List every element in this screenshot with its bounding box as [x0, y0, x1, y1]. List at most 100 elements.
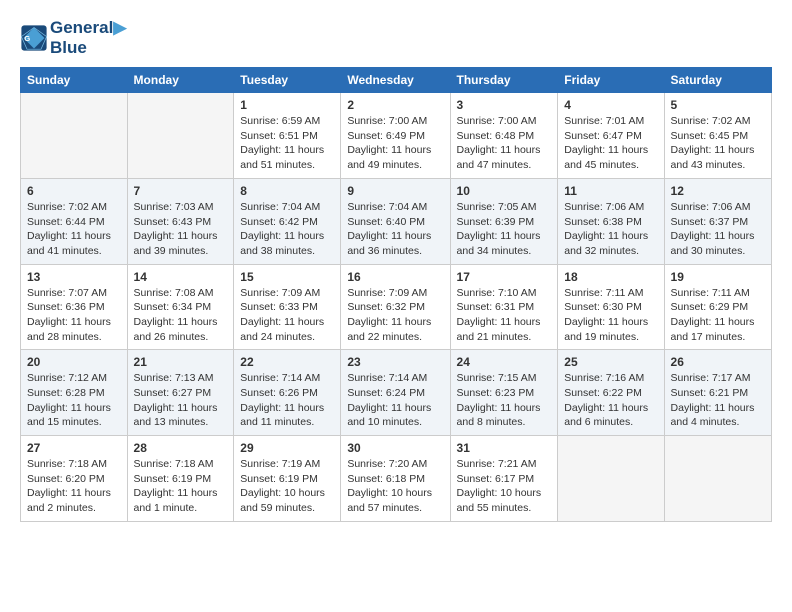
day-info: Sunrise: 7:10 AM Sunset: 6:31 PM Dayligh… [457, 286, 552, 345]
day-info: Sunrise: 7:09 AM Sunset: 6:32 PM Dayligh… [347, 286, 443, 345]
day-number: 3 [457, 98, 552, 112]
day-info: Sunrise: 7:11 AM Sunset: 6:29 PM Dayligh… [671, 286, 765, 345]
day-number: 13 [27, 270, 121, 284]
calendar-cell: 30 Sunrise: 7:20 AM Sunset: 6:18 PM Dayli… [341, 436, 450, 522]
day-info: Sunrise: 7:02 AM Sunset: 6:45 PM Dayligh… [671, 114, 765, 173]
day-number: 18 [564, 270, 657, 284]
day-number: 14 [134, 270, 228, 284]
calendar-cell: 28Sunrise: 7:18 AM Sunset: 6:19 PM Dayli… [127, 436, 234, 522]
day-info: Sunrise: 7:16 AM Sunset: 6:22 PM Dayligh… [564, 371, 657, 430]
day-info: Sunrise: 7:05 AM Sunset: 6:39 PM Dayligh… [457, 200, 552, 259]
calendar-header-row: SundayMondayTuesdayWednesdayThursdayFrid… [21, 68, 772, 93]
calendar-cell: 25 Sunrise: 7:16 AM Sunset: 6:22 PM Dayli… [558, 350, 664, 436]
weekday-header: Sunday [21, 68, 128, 93]
calendar-cell [127, 93, 234, 179]
day-number: 24 [457, 355, 552, 369]
day-info: Sunrise: 6:59 AM Sunset: 6:51 PM Dayligh… [240, 114, 334, 173]
day-info: Sunrise: 7:11 AM Sunset: 6:30 PM Dayligh… [564, 286, 657, 345]
calendar-cell: 1 Sunrise: 6:59 AM Sunset: 6:51 PM Daylig… [234, 93, 341, 179]
page: G General▶ Blue SundayMondayTuesdayWedne… [0, 0, 792, 540]
calendar-cell: 12Sunrise: 7:06 AM Sunset: 6:37 PM Dayli… [664, 178, 771, 264]
day-number: 26 [671, 355, 765, 369]
calendar-cell: 21 Sunrise: 7:13 AM Sunset: 6:27 PM Dayli… [127, 350, 234, 436]
calendar-cell: 23 Sunrise: 7:14 AM Sunset: 6:24 PM Dayli… [341, 350, 450, 436]
day-number: 1 [240, 98, 334, 112]
day-number: 28 [134, 441, 228, 455]
day-info: Sunrise: 7:13 AM Sunset: 6:27 PM Dayligh… [134, 371, 228, 430]
calendar-cell: 16 Sunrise: 7:09 AM Sunset: 6:32 PM Dayli… [341, 264, 450, 350]
day-number: 15 [240, 270, 334, 284]
day-info: Sunrise: 7:17 AM Sunset: 6:21 PM Dayligh… [671, 371, 765, 430]
calendar-cell: 22 Sunrise: 7:14 AM Sunset: 6:26 PM Dayli… [234, 350, 341, 436]
day-number: 21 [134, 355, 228, 369]
day-number: 25 [564, 355, 657, 369]
calendar-cell [664, 436, 771, 522]
day-info: Sunrise: 7:14 AM Sunset: 6:24 PM Dayligh… [347, 371, 443, 430]
day-info: Sunrise: 7:00 AM Sunset: 6:48 PM Dayligh… [457, 114, 552, 173]
day-number: 4 [564, 98, 657, 112]
calendar-week-row: 6 Sunrise: 7:02 AM Sunset: 6:44 PM Daylig… [21, 178, 772, 264]
calendar-cell: 26 Sunrise: 7:17 AM Sunset: 6:21 PM Dayli… [664, 350, 771, 436]
weekday-header: Thursday [450, 68, 558, 93]
calendar-cell: 15 Sunrise: 7:09 AM Sunset: 6:33 PM Dayli… [234, 264, 341, 350]
day-number: 10 [457, 184, 552, 198]
day-number: 8 [240, 184, 334, 198]
day-info: Sunrise: 7:00 AM Sunset: 6:49 PM Dayligh… [347, 114, 443, 173]
day-number: 5 [671, 98, 765, 112]
day-number: 22 [240, 355, 334, 369]
day-number: 20 [27, 355, 121, 369]
day-number: 11 [564, 184, 657, 198]
calendar-week-row: 1 Sunrise: 6:59 AM Sunset: 6:51 PM Daylig… [21, 93, 772, 179]
calendar-cell: 2 Sunrise: 7:00 AM Sunset: 6:49 PM Daylig… [341, 93, 450, 179]
weekday-header: Wednesday [341, 68, 450, 93]
calendar-cell: 13Sunrise: 7:07 AM Sunset: 6:36 PM Dayli… [21, 264, 128, 350]
calendar-cell: 7 Sunrise: 7:03 AM Sunset: 6:43 PM Daylig… [127, 178, 234, 264]
day-number: 23 [347, 355, 443, 369]
calendar-cell: 8 Sunrise: 7:04 AM Sunset: 6:42 PM Daylig… [234, 178, 341, 264]
calendar-cell: 4Sunrise: 7:01 AM Sunset: 6:47 PM Daylig… [558, 93, 664, 179]
calendar-cell: 17 Sunrise: 7:10 AM Sunset: 6:31 PM Dayli… [450, 264, 558, 350]
day-info: Sunrise: 7:03 AM Sunset: 6:43 PM Dayligh… [134, 200, 228, 259]
calendar-cell: 14 Sunrise: 7:08 AM Sunset: 6:34 PM Dayli… [127, 264, 234, 350]
day-number: 9 [347, 184, 443, 198]
logo-icon: G [20, 24, 48, 52]
day-number: 30 [347, 441, 443, 455]
day-number: 2 [347, 98, 443, 112]
weekday-header: Saturday [664, 68, 771, 93]
day-number: 31 [457, 441, 552, 455]
calendar-cell: 9 Sunrise: 7:04 AM Sunset: 6:40 PM Daylig… [341, 178, 450, 264]
day-info: Sunrise: 7:21 AM Sunset: 6:17 PM Dayligh… [457, 457, 552, 516]
day-info: Sunrise: 7:12 AM Sunset: 6:28 PM Dayligh… [27, 371, 121, 430]
svg-text:G: G [24, 33, 30, 42]
day-info: Sunrise: 7:04 AM Sunset: 6:40 PM Dayligh… [347, 200, 443, 259]
calendar-cell: 5 Sunrise: 7:02 AM Sunset: 6:45 PM Daylig… [664, 93, 771, 179]
calendar-cell: 27Sunrise: 7:18 AM Sunset: 6:20 PM Dayli… [21, 436, 128, 522]
day-info: Sunrise: 7:18 AM Sunset: 6:20 PM Dayligh… [27, 457, 121, 516]
calendar-cell: 3 Sunrise: 7:00 AM Sunset: 6:48 PM Daylig… [450, 93, 558, 179]
weekday-header: Tuesday [234, 68, 341, 93]
day-number: 12 [671, 184, 765, 198]
day-number: 17 [457, 270, 552, 284]
calendar-cell: 6 Sunrise: 7:02 AM Sunset: 6:44 PM Daylig… [21, 178, 128, 264]
weekday-header: Friday [558, 68, 664, 93]
day-number: 6 [27, 184, 121, 198]
day-info: Sunrise: 7:08 AM Sunset: 6:34 PM Dayligh… [134, 286, 228, 345]
calendar-body: 1 Sunrise: 6:59 AM Sunset: 6:51 PM Daylig… [21, 93, 772, 522]
calendar-cell: 24 Sunrise: 7:15 AM Sunset: 6:23 PM Dayli… [450, 350, 558, 436]
header: G General▶ Blue [20, 18, 772, 57]
day-info: Sunrise: 7:20 AM Sunset: 6:18 PM Dayligh… [347, 457, 443, 516]
day-info: Sunrise: 7:04 AM Sunset: 6:42 PM Dayligh… [240, 200, 334, 259]
day-info: Sunrise: 7:09 AM Sunset: 6:33 PM Dayligh… [240, 286, 334, 345]
day-info: Sunrise: 7:02 AM Sunset: 6:44 PM Dayligh… [27, 200, 121, 259]
day-number: 19 [671, 270, 765, 284]
day-number: 7 [134, 184, 228, 198]
day-info: Sunrise: 7:06 AM Sunset: 6:38 PM Dayligh… [564, 200, 657, 259]
day-info: Sunrise: 7:15 AM Sunset: 6:23 PM Dayligh… [457, 371, 552, 430]
calendar-cell: 20 Sunrise: 7:12 AM Sunset: 6:28 PM Dayli… [21, 350, 128, 436]
calendar-cell: 29Sunrise: 7:19 AM Sunset: 6:19 PM Dayli… [234, 436, 341, 522]
day-info: Sunrise: 7:14 AM Sunset: 6:26 PM Dayligh… [240, 371, 334, 430]
calendar-cell: 31 Sunrise: 7:21 AM Sunset: 6:17 PM Dayli… [450, 436, 558, 522]
day-number: 16 [347, 270, 443, 284]
calendar-week-row: 13Sunrise: 7:07 AM Sunset: 6:36 PM Dayli… [21, 264, 772, 350]
calendar-cell [21, 93, 128, 179]
